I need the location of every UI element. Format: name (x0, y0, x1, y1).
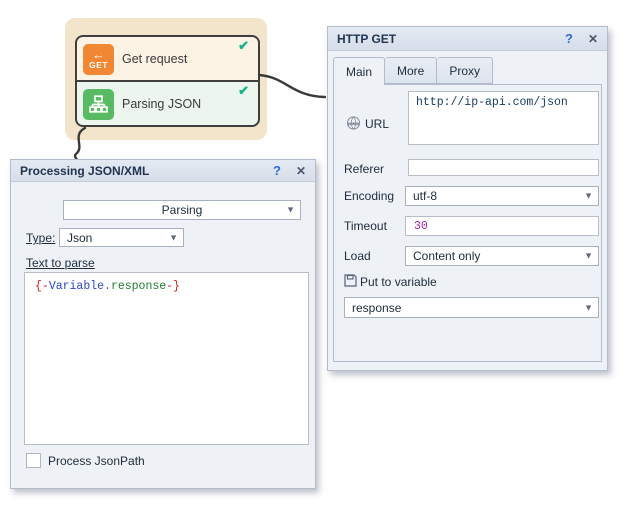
flowchart-canvas: ← GET Get request ✔ Parsing JSON (65, 18, 267, 140)
code-property: response (111, 280, 166, 293)
mode-value: Parsing (162, 203, 203, 217)
text-to-parse-label: Text to parse (26, 256, 95, 270)
tab-more[interactable]: More (385, 57, 437, 84)
variable-value: response (352, 301, 401, 315)
tab-proxy[interactable]: Proxy (437, 57, 493, 84)
load-label: Load (344, 249, 371, 263)
http-panel-titlebar[interactable]: HTTP GET ? ✕ (328, 27, 607, 51)
sitemap-icon (83, 89, 114, 120)
referer-label: Referer (344, 162, 384, 176)
caret-down-icon: ▼ (286, 205, 295, 215)
close-icon[interactable]: ✕ (296, 164, 306, 178)
connector-get-to-http (259, 75, 325, 97)
put-to-variable-label: Put to variable (360, 275, 437, 289)
process-jsonpath-checkbox[interactable] (26, 453, 41, 468)
close-icon[interactable]: ✕ (588, 32, 598, 46)
http-get-panel: HTTP GET ? ✕ Main More Proxy www URL htt… (327, 26, 608, 371)
encoding-value: utf-8 (413, 189, 437, 203)
help-icon[interactable]: ? (565, 31, 573, 46)
load-dropdown[interactable]: Content only ▼ (405, 246, 599, 266)
mode-dropdown[interactable]: Parsing ▼ (63, 200, 301, 220)
code-close: -} (166, 280, 180, 293)
http-tab-bar: Main More Proxy (333, 57, 493, 85)
get-caption: GET (89, 60, 108, 70)
caret-down-icon: ▼ (169, 232, 178, 242)
process-jsonpath-label: Process JsonPath (48, 454, 145, 468)
flow-node-get-request[interactable]: ← GET Get request ✔ (75, 35, 260, 82)
success-check-icon: ✔ (238, 39, 249, 53)
code-open: {- (35, 280, 49, 293)
load-value: Content only (413, 249, 480, 263)
http-get-icon: ← GET (83, 44, 114, 75)
back-arrow-icon: ← (92, 49, 105, 60)
node-label: Parsing JSON (122, 82, 201, 125)
svg-text:www: www (347, 121, 359, 126)
caret-down-icon: ▼ (584, 302, 593, 312)
node-stack: ← GET Get request ✔ Parsing JSON (75, 35, 260, 127)
panel-title: HTTP GET (337, 32, 565, 46)
success-check-icon: ✔ (238, 84, 249, 98)
encoding-label: Encoding (344, 189, 394, 203)
flow-node-parsing-json[interactable]: Parsing JSON ✔ (75, 80, 260, 127)
type-dropdown[interactable]: Json ▼ (59, 228, 184, 247)
http-tab-content: www URL http://ip-api.com/json Referer E… (333, 84, 602, 362)
processing-json-panel: Processing JSON/XML ? ✕ Parsing ▼ Type: … (10, 159, 316, 489)
globe-www-icon: www (345, 116, 362, 136)
save-to-variable-icon (344, 274, 357, 292)
panel-title: Processing JSON/XML (20, 164, 273, 178)
node-label: Get request (122, 37, 187, 80)
code-object: Variable (49, 280, 104, 293)
variable-dropdown[interactable]: response ▼ (344, 297, 599, 318)
url-input[interactable]: http://ip-api.com/json (408, 91, 599, 145)
text-to-parse-editor[interactable]: {-Variable.response-} (24, 272, 309, 445)
timeout-label: Timeout (344, 219, 387, 233)
caret-down-icon: ▼ (584, 191, 593, 201)
processing-panel-titlebar[interactable]: Processing JSON/XML ? ✕ (11, 160, 315, 182)
tab-main[interactable]: Main (333, 57, 385, 85)
help-icon[interactable]: ? (273, 163, 281, 178)
type-label: Type: (26, 231, 55, 245)
caret-down-icon: ▼ (584, 251, 593, 261)
type-value: Json (67, 231, 92, 245)
encoding-dropdown[interactable]: utf-8 ▼ (405, 186, 599, 206)
url-label: URL (365, 117, 389, 131)
code-dot: . (104, 280, 111, 293)
code-line: {-Variable.response-} (35, 280, 180, 293)
referer-input[interactable] (408, 159, 599, 176)
timeout-input[interactable]: 30 (405, 216, 599, 236)
